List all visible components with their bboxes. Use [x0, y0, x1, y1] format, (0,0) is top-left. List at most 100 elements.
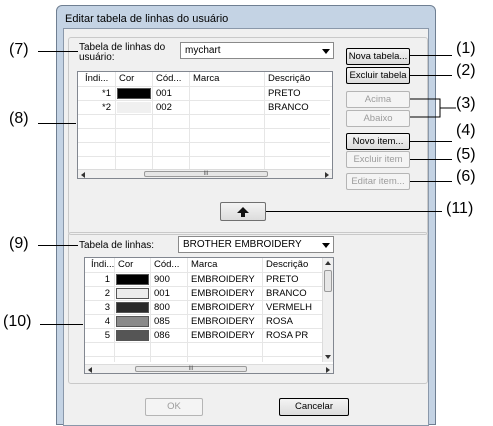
- grid-line-h: [85, 356, 322, 357]
- row-brand: EMBROIDERY: [191, 330, 255, 341]
- row-code: 086: [154, 330, 170, 341]
- callout-2: (2): [456, 62, 476, 79]
- column-header: Marca: [193, 73, 220, 84]
- table-row[interactable]: 3 800 EMBROIDERY VERMELH: [85, 301, 322, 315]
- scroll-right-icon: [326, 367, 330, 373]
- row-description: BRANCO: [266, 288, 307, 299]
- table-row[interactable]: *1 001 PRETO: [78, 87, 330, 101]
- scroll-up-icon: [325, 261, 331, 265]
- table-row[interactable]: 1 900 EMBROIDERY PRETO: [85, 273, 322, 287]
- move-up-button[interactable]: Acima: [346, 91, 410, 108]
- user-table-label: Tabela de linhas do usuário:: [79, 42, 166, 63]
- color-swatch: [116, 274, 149, 285]
- row-code: 001: [156, 88, 172, 99]
- callout-4: (4): [456, 122, 476, 139]
- color-swatch: [116, 288, 149, 299]
- row-index: 3: [104, 302, 110, 313]
- callout-8: (8): [9, 110, 29, 127]
- chevron-down-icon[interactable]: [322, 243, 330, 248]
- new-item-button[interactable]: Novo item...: [346, 133, 410, 150]
- thread-table-selected-value: BROTHER EMBROIDERY: [183, 239, 302, 250]
- callout-10: (10): [3, 313, 32, 330]
- thread-table-list[interactable]: Índi... Cor Cód... Marca Descrição 1 900 EMBROI…: [84, 257, 334, 374]
- row-description: ROSA: [266, 316, 293, 327]
- user-table-list[interactable]: Índi... Cor Cód... Marca Descrição *1 001 PRETO…: [77, 71, 333, 179]
- callout-5: (5): [456, 146, 476, 163]
- color-swatch: [116, 330, 149, 341]
- scroll-thumb[interactable]: III: [144, 171, 268, 177]
- callout-6: (6): [456, 168, 476, 185]
- leader-line-1: [410, 55, 452, 56]
- row-code: 002: [156, 102, 172, 113]
- callout-3: (3): [456, 95, 476, 112]
- row-brand: EMBROIDERY: [191, 288, 255, 299]
- grid-line-h: [78, 128, 330, 129]
- thread-table-select[interactable]: BROTHER EMBROIDERY: [178, 236, 334, 253]
- leader-line-7: [38, 51, 78, 52]
- color-swatch: [116, 316, 149, 327]
- row-description: PRETO: [266, 274, 299, 285]
- column-header: Cód...: [156, 73, 182, 84]
- row-index: 1: [104, 274, 110, 285]
- leader-line-3: [410, 98, 456, 118]
- table-row[interactable]: *2 002 BRANCO: [78, 101, 330, 115]
- callout-7: (7): [9, 41, 29, 58]
- table-row[interactable]: 5 086 EMBROIDERY ROSA PR: [85, 329, 322, 343]
- horizontal-scrollbar[interactable]: III: [85, 364, 333, 373]
- row-brand: EMBROIDERY: [191, 274, 255, 285]
- grid-line-h: [78, 142, 330, 143]
- leader-line-2: [410, 75, 452, 76]
- ok-button[interactable]: OK: [145, 398, 203, 416]
- row-index: 2: [104, 288, 110, 299]
- row-index: *1: [102, 88, 111, 99]
- row-brand: [190, 87, 265, 101]
- scroll-thumb[interactable]: [324, 270, 332, 292]
- column-header: Índi...: [91, 259, 115, 270]
- leader-line-8: [38, 123, 76, 124]
- vertical-scrollbar[interactable]: [322, 258, 333, 362]
- column-header: Cor: [118, 259, 134, 270]
- user-table-select[interactable]: mychart: [180, 42, 334, 59]
- new-table-button[interactable]: Nova tabela...: [346, 48, 410, 65]
- user-table-selected-value: mychart: [185, 45, 221, 56]
- row-index: *2: [102, 102, 111, 113]
- table-row[interactable]: 2 001 EMBROIDERY BRANCO: [85, 287, 322, 301]
- column-header: Marca: [191, 259, 218, 270]
- callout-9: (9): [9, 235, 29, 252]
- transfer-up-button[interactable]: [220, 202, 266, 221]
- row-brand: [190, 101, 265, 115]
- scroll-thumb[interactable]: III: [135, 366, 247, 372]
- color-swatch: [117, 88, 151, 99]
- column-header: Descrição: [266, 259, 309, 270]
- row-code: 900: [154, 274, 170, 285]
- edit-item-button[interactable]: Editar item...: [346, 173, 410, 190]
- cancel-button[interactable]: Cancelar: [279, 398, 349, 416]
- horizontal-scrollbar[interactable]: III: [78, 169, 332, 178]
- row-code: 001: [154, 288, 170, 299]
- leader-line-6: [410, 181, 452, 182]
- row-description: ROSA PR: [266, 330, 309, 341]
- row-description: BRANCO: [268, 102, 309, 113]
- leader-line-5: [410, 159, 452, 160]
- color-swatch: [117, 102, 151, 113]
- thread-table-label: Tabela de linhas:: [79, 240, 155, 251]
- chevron-down-icon[interactable]: [322, 49, 330, 54]
- leader-line-9: [38, 245, 78, 246]
- row-description: VERMELH: [266, 302, 312, 313]
- row-code: 085: [154, 316, 170, 327]
- table-row[interactable]: 4 085 EMBROIDERY ROSA: [85, 315, 322, 329]
- row-index: 5: [104, 330, 110, 341]
- leader-line-10: [40, 324, 83, 325]
- grid-line-h: [78, 156, 330, 157]
- move-down-button[interactable]: Abaixo: [346, 110, 410, 127]
- leader-line-4: [410, 141, 452, 142]
- row-index: 4: [104, 316, 110, 327]
- row-brand: EMBROIDERY: [191, 302, 255, 313]
- delete-table-button[interactable]: Excluir tabela: [346, 67, 410, 84]
- delete-item-button[interactable]: Excluir item: [346, 151, 410, 168]
- column-header: Descrição: [268, 73, 311, 84]
- column-header: Cód...: [154, 259, 180, 270]
- column-header: Cor: [119, 73, 135, 84]
- leader-line-11: [266, 211, 442, 212]
- scroll-left-icon: [88, 367, 92, 373]
